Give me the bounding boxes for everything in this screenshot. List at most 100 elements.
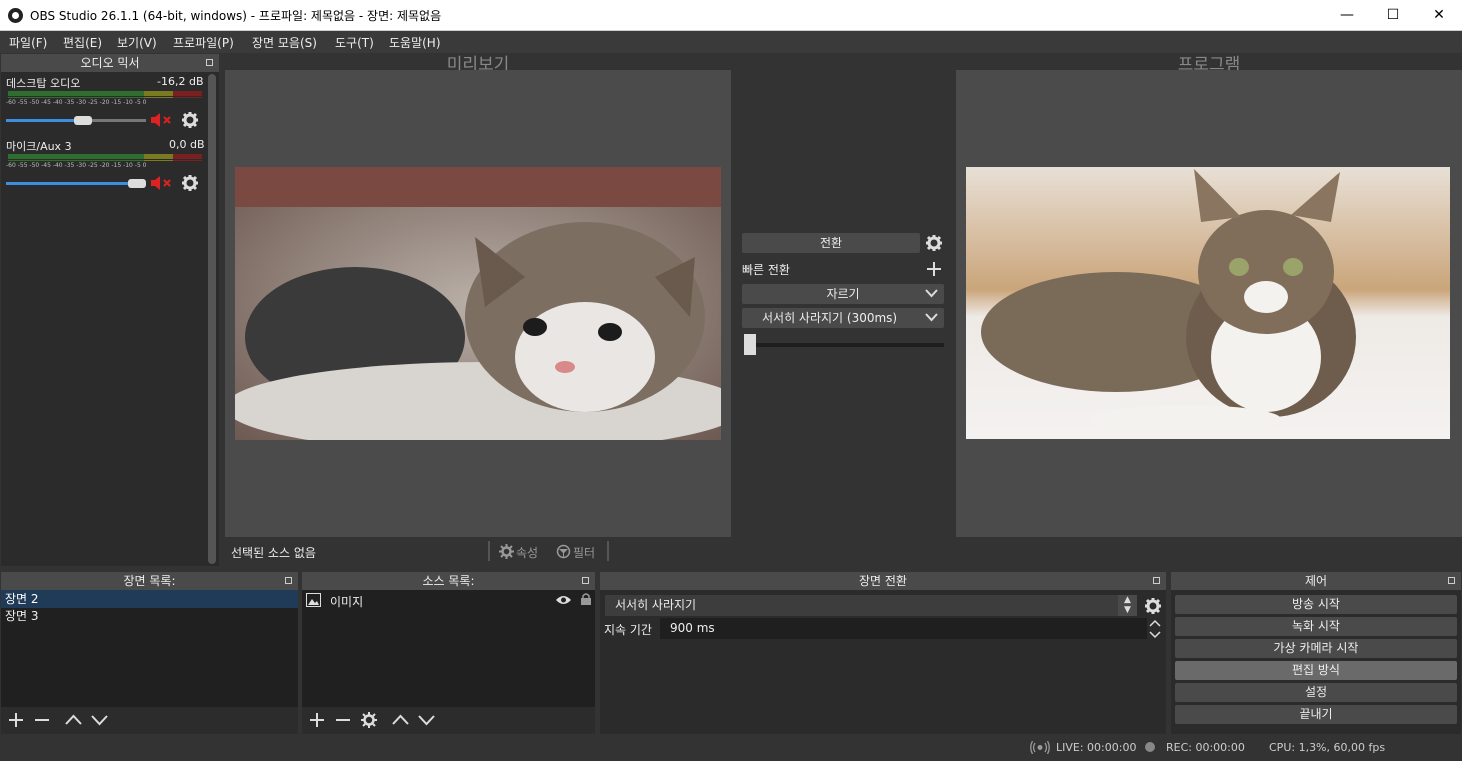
- chevron-down-icon: [925, 313, 938, 322]
- mixer-scrollbar[interactable]: [208, 74, 216, 564]
- rec-status: REC: 00:00:00: [1166, 741, 1245, 754]
- menu-scene-collection[interactable]: 장면 모음(S): [252, 34, 317, 51]
- add-source-icon[interactable]: [309, 712, 325, 728]
- move-down-icon[interactable]: [418, 712, 435, 728]
- undock-icon[interactable]: [206, 59, 213, 66]
- transition-gear-icon[interactable]: [925, 234, 943, 252]
- transition-settings-gear-icon[interactable]: [1144, 597, 1162, 615]
- kitten-image: [235, 167, 721, 440]
- broadcast-icon: [1030, 741, 1050, 754]
- live-status: LIVE: 00:00:00: [1056, 741, 1137, 754]
- studio-mode-button[interactable]: 편집 방식: [1175, 661, 1457, 680]
- rec-indicator-icon: [1145, 742, 1155, 752]
- divider: [488, 541, 490, 561]
- remove-source-icon[interactable]: [335, 712, 351, 728]
- duration-value: 900 ms: [670, 621, 715, 635]
- volume-meter-desktop: [8, 91, 202, 96]
- properties-gear-icon[interactable]: [499, 544, 514, 559]
- quick-transitions-label: 빠른 전환: [742, 263, 790, 277]
- add-scene-icon[interactable]: [8, 712, 24, 728]
- volume-knob-desktop[interactable]: [74, 116, 92, 125]
- filters-button[interactable]: 필터: [573, 544, 595, 561]
- menu-help[interactable]: 도움말(H): [389, 34, 441, 51]
- fade-label: 서서히 사라지기 (300ms): [762, 311, 898, 325]
- meter-ticks: -60 -55 -50 -45 -40 -35 -30 -25 -20 -15 …: [6, 162, 147, 169]
- gear-icon[interactable]: [181, 111, 199, 129]
- controls-header: 제어: [1171, 572, 1461, 590]
- tbar-track[interactable]: [750, 343, 944, 347]
- minimize-button[interactable]: —: [1324, 0, 1370, 31]
- fade-dropdown[interactable]: 서서히 사라지기 (300ms): [742, 308, 944, 328]
- transition-button[interactable]: 전환: [742, 233, 920, 253]
- select-spinner[interactable]: ▲ ▼: [1118, 595, 1137, 616]
- undock-icon[interactable]: [285, 577, 292, 584]
- duration-stepper[interactable]: [1148, 619, 1162, 639]
- volume-meter-mic: [8, 154, 202, 159]
- volume-fill-mic: [6, 182, 146, 185]
- sources-title: 소스 목록:: [422, 574, 475, 588]
- scene-item[interactable]: 장면 2: [1, 590, 298, 608]
- duration-input[interactable]: 900 ms: [660, 618, 1147, 639]
- eye-visibility-icon[interactable]: [555, 594, 572, 606]
- source-gear-icon[interactable]: [361, 712, 377, 728]
- move-down-icon[interactable]: [91, 712, 108, 728]
- start-streaming-button[interactable]: 방송 시작: [1175, 595, 1457, 614]
- obs-logo-icon: [8, 8, 23, 23]
- channel-db-mic: 0,0 dB: [169, 138, 205, 151]
- tbar-handle[interactable]: [744, 334, 756, 355]
- gear-icon[interactable]: [181, 174, 199, 192]
- undock-icon[interactable]: [582, 577, 589, 584]
- audio-mixer-title: 오디오 믹서: [80, 56, 140, 70]
- image-source-icon: [306, 593, 321, 607]
- add-plus-icon[interactable]: [926, 261, 942, 277]
- move-up-icon[interactable]: [65, 712, 82, 728]
- menu-edit[interactable]: 편집(E): [63, 34, 102, 51]
- transition-select[interactable]: 서서히 사라지기: [605, 595, 1137, 616]
- undock-icon[interactable]: [1153, 577, 1160, 584]
- transition-select-value: 서서히 사라지기: [615, 598, 697, 612]
- no-source-selected: 선택된 소스 없음: [231, 546, 316, 560]
- scene-item[interactable]: 장면 3: [1, 608, 298, 625]
- maximize-button[interactable]: ☐: [1370, 0, 1416, 31]
- scenes-title: 장면 목록:: [123, 574, 176, 588]
- start-virtual-camera-button[interactable]: 가상 카메라 시작: [1175, 639, 1457, 658]
- volume-knob-mic[interactable]: [128, 179, 146, 188]
- menu-tools[interactable]: 도구(T): [335, 34, 374, 51]
- volume-fill-desktop: [6, 119, 83, 122]
- settings-button[interactable]: 설정: [1175, 683, 1457, 702]
- source-item[interactable]: 이미지: [330, 593, 363, 610]
- divider: [607, 541, 609, 561]
- menu-view[interactable]: 보기(V): [117, 34, 157, 51]
- scenes-header: 장면 목록:: [1, 572, 298, 590]
- scene-transitions-header: 장면 전환: [600, 572, 1166, 590]
- menu-file[interactable]: 파일(F): [9, 34, 47, 51]
- channel-name-desktop: 데스크탑 오디오: [6, 77, 81, 90]
- menu-profile[interactable]: 프로파일(P): [173, 34, 234, 51]
- chevron-down-icon: [925, 289, 938, 298]
- controls-title: 제어: [1304, 574, 1328, 588]
- sources-header: 소스 목록:: [302, 572, 595, 590]
- channel-db-desktop: -16,2 dB: [157, 75, 204, 88]
- title-bar: OBS Studio 26.1.1 (64-bit, windows) - 프로…: [0, 0, 1462, 31]
- start-recording-button[interactable]: 녹화 시작: [1175, 617, 1457, 636]
- move-up-icon[interactable]: [392, 712, 409, 728]
- meter-ticks: -60 -55 -50 -45 -40 -35 -30 -25 -20 -15 …: [6, 99, 147, 106]
- properties-button[interactable]: 속성: [516, 544, 538, 561]
- filters-icon[interactable]: [556, 544, 571, 559]
- duration-label: 지속 기간: [604, 623, 652, 637]
- audio-mixer-header: 오디오 믹서: [1, 54, 219, 72]
- exit-button[interactable]: 끝내기: [1175, 705, 1457, 724]
- cut-dropdown[interactable]: 자르기: [742, 284, 944, 304]
- undock-icon[interactable]: [1448, 577, 1455, 584]
- channel-name-mic: 마이크/Aux 3: [6, 140, 72, 153]
- cut-label: 자르기: [826, 287, 860, 301]
- lock-icon[interactable]: [580, 592, 592, 606]
- meter-line: [8, 160, 202, 161]
- close-button[interactable]: ✕: [1416, 0, 1462, 31]
- cpu-status: CPU: 1,3%, 60,00 fps: [1269, 741, 1386, 754]
- window-title: OBS Studio 26.1.1 (64-bit, windows) - 프로…: [30, 9, 442, 23]
- mute-speaker-icon[interactable]: [149, 111, 175, 129]
- mute-speaker-icon[interactable]: [149, 174, 175, 192]
- scene-transitions-title: 장면 전환: [859, 574, 907, 588]
- remove-scene-icon[interactable]: [34, 712, 50, 728]
